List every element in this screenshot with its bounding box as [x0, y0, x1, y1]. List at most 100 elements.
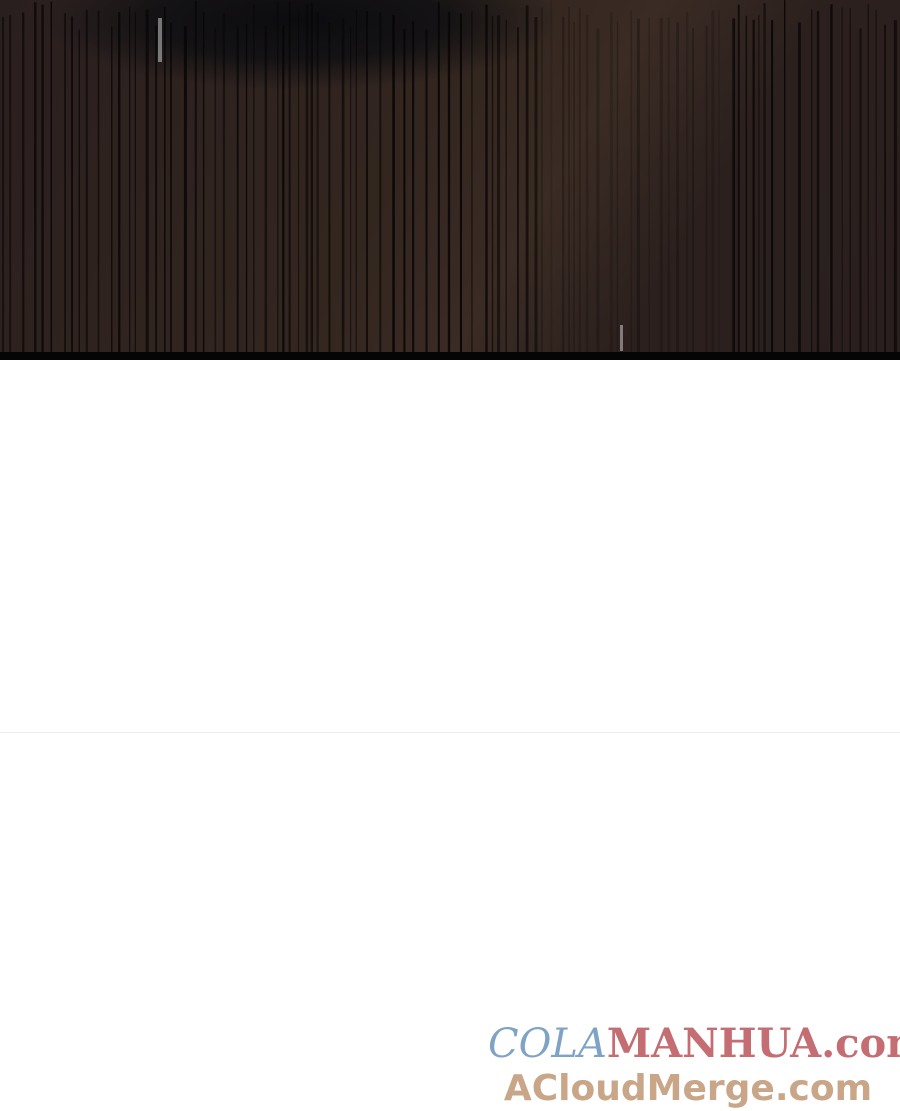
curtain-strand — [585, 14, 589, 352]
curtain-strand — [568, 6, 570, 352]
curtain-strand — [170, 23, 172, 352]
curtain-strand — [517, 27, 519, 352]
curtain-strand — [22, 12, 25, 352]
highlight-glint — [158, 18, 162, 62]
curtain-strand — [316, 12, 319, 352]
curtain-strand — [596, 28, 600, 352]
curtain-strand — [491, 15, 494, 352]
curtain-strands-illustration — [2, 0, 897, 352]
curtain-strand — [328, 22, 331, 352]
curtain-strand — [718, 10, 720, 352]
curtain-strand — [253, 4, 255, 352]
curtain-strand — [355, 9, 357, 352]
curtain-strand — [310, 2, 313, 352]
curtain-strand — [573, 21, 575, 352]
curtain-strand — [867, 4, 869, 352]
watermark-acloudmerge-text: ACloudMerge.com — [503, 1068, 873, 1109]
curtain-strand — [50, 1, 52, 352]
curtain-strand — [534, 17, 538, 352]
curtain-strand — [771, 20, 774, 352]
curtain-strand — [118, 12, 121, 352]
curtain-strand — [630, 10, 633, 352]
curtain-strand — [732, 18, 736, 352]
curtain-strand — [71, 16, 73, 352]
curtain-strand — [752, 19, 755, 352]
curtain-strand — [64, 13, 66, 352]
curtain-strand — [129, 6, 131, 352]
panel-border — [0, 352, 900, 360]
curtain-strand — [341, 19, 345, 352]
curtain-strand — [505, 19, 507, 352]
curtain-strand — [350, 26, 352, 352]
watermark: COLAMANHUA.com ACloudMerge.com — [488, 1020, 900, 1110]
curtain-strand — [485, 4, 488, 352]
curtain-strand — [392, 15, 395, 352]
curtain-strand — [111, 26, 113, 352]
curtain-strand — [763, 3, 766, 352]
curtain-strand — [164, 7, 166, 352]
curtain-strand — [155, 25, 158, 352]
curtain-strand — [2, 16, 5, 352]
curtain-strand — [758, 14, 760, 352]
curtain-strand — [667, 17, 670, 352]
highlight-glint — [620, 325, 623, 351]
curtain-strand — [849, 7, 851, 352]
curtain-strand — [711, 10, 715, 352]
curtain-strand — [366, 11, 368, 352]
curtain-strand — [811, 9, 813, 352]
curtain-strand — [550, 0, 553, 352]
curtain-strand — [9, 15, 12, 352]
curtain-strand — [540, 7, 543, 352]
curtain-strand — [282, 24, 285, 352]
watermark-cola-text: COLA — [488, 1021, 607, 1067]
curtain-strand — [686, 11, 689, 352]
curtain-strand — [497, 15, 501, 352]
curtain-strand — [437, 2, 440, 352]
curtain-strand — [214, 28, 217, 352]
watermark-colamanhua: COLAMANHUA.com — [488, 1020, 900, 1068]
curtain-strand — [145, 9, 149, 352]
comic-panel-illustration — [0, 0, 900, 352]
curtain-strand — [41, 4, 44, 352]
curtain-strand — [194, 0, 197, 352]
curtain-strand — [85, 9, 88, 352]
curtain-strand — [875, 9, 877, 352]
curtain-strand — [816, 11, 820, 352]
curtain-strand — [183, 25, 187, 352]
curtain-strand — [659, 18, 663, 352]
curtain-strand — [264, 26, 268, 352]
curtain-strand — [859, 28, 862, 352]
curtain-strand — [562, 16, 565, 352]
curtain-strand — [798, 22, 801, 352]
curtain-strand — [305, 4, 309, 352]
curtain-strand — [447, 11, 451, 352]
curtain-strand — [78, 29, 80, 352]
curtain-strand — [277, 1, 279, 352]
curtain-strand — [222, 13, 226, 352]
curtain-strand — [578, 8, 581, 352]
curtain-strand — [830, 4, 833, 352]
curtain-strand — [34, 2, 37, 352]
curtain-strand — [202, 11, 205, 352]
curtain-strand — [737, 4, 740, 352]
curtain-strand — [134, 12, 136, 352]
curtain-strand — [403, 29, 406, 352]
curtain-strand — [379, 12, 382, 352]
curtain-strand — [525, 5, 529, 352]
watermark-manhua-text: MANHUA — [606, 1020, 822, 1067]
curtain-strand — [245, 23, 248, 352]
curtain-strand — [471, 11, 473, 352]
curtain-strand — [676, 22, 679, 352]
curtain-strand — [705, 25, 708, 352]
curtain-strand — [97, 10, 100, 352]
curtain-strand — [692, 27, 694, 352]
curtain-strand — [648, 17, 650, 352]
curtain-strand — [884, 24, 886, 352]
curtain-strand — [636, 18, 640, 352]
curtain-strand — [412, 21, 415, 352]
curtain-strand — [893, 20, 897, 352]
watermark-com-text: .com — [821, 1020, 900, 1067]
curtain-strand — [745, 15, 748, 352]
blank-panel — [0, 360, 900, 733]
curtain-strand — [425, 29, 428, 352]
